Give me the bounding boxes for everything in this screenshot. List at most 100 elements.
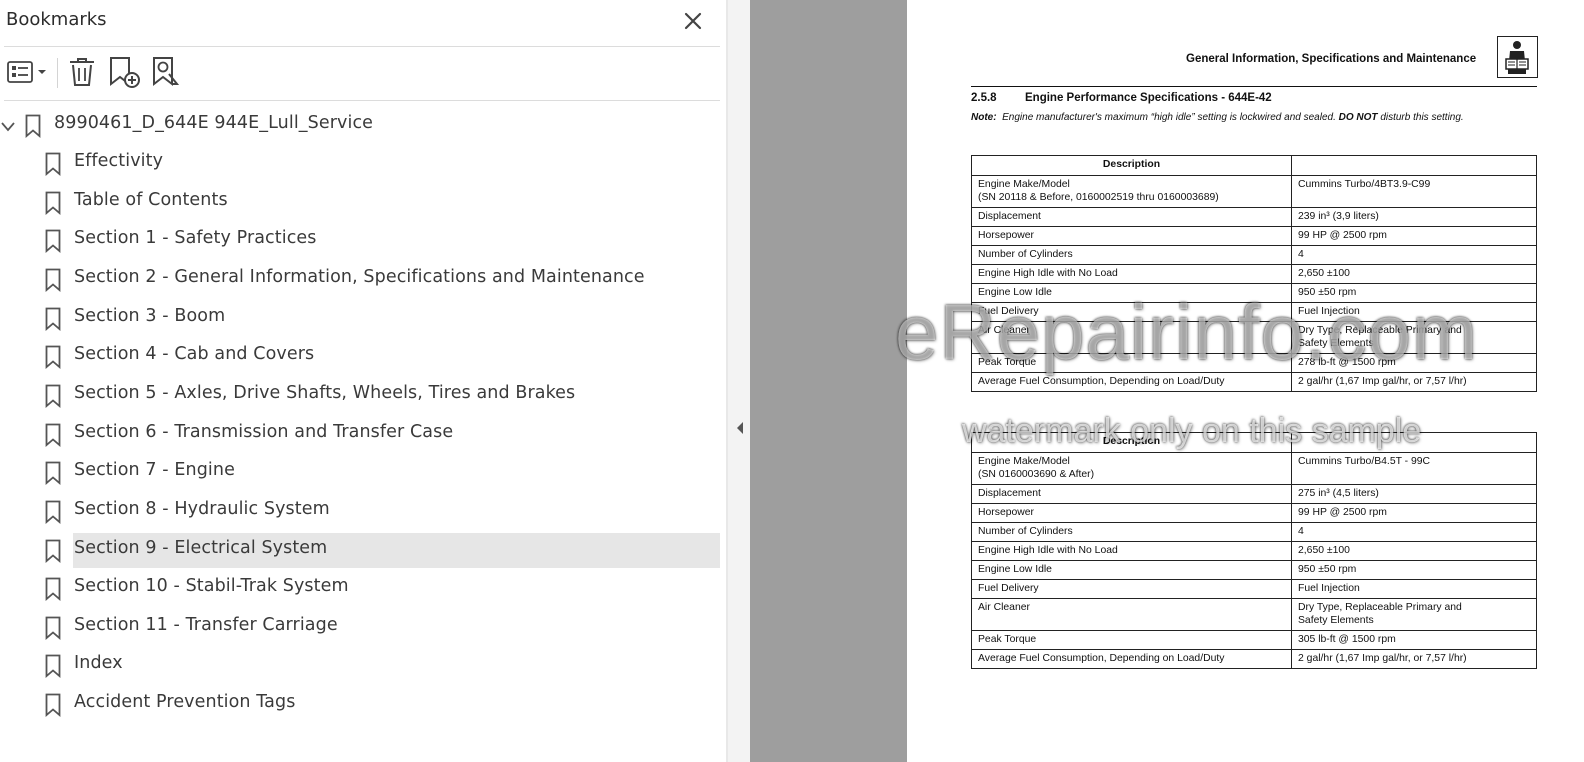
table-cell: Average Fuel Consumption, Depending on L… (971, 372, 1292, 392)
table-cell: Number of Cylinders (971, 245, 1292, 265)
table-row: Engine Make/Model (SN 20118 & Before, 01… (971, 175, 1537, 208)
bookmark-item[interactable]: Section 7 - Engine (0, 456, 720, 491)
bookmark-item[interactable]: Table of Contents (0, 186, 720, 221)
table-row: Air Cleaner Dry Type, Replaceable Primary… (971, 321, 1537, 354)
table-cell: 4 (1291, 522, 1537, 542)
table-cell: 275 in³ (4,5 liters) (1291, 484, 1537, 504)
table-cell: Air Cleaner (971, 598, 1292, 631)
bookmark-root[interactable]: 8990461_D_644E 944E_Lull_Service (0, 109, 720, 144)
table-cell: Dry Type, Replaceable Primary and Safety… (1291, 598, 1537, 631)
table-row: Peak Torque 305 lb-ft @ 1500 rpm (971, 630, 1537, 650)
table-cell: Engine Low Idle (971, 283, 1292, 303)
toolbar-separator (57, 58, 58, 88)
table-row: Displacement 239 in³ (3,9 liters) (971, 207, 1537, 227)
table-header-cell: Description (971, 432, 1292, 453)
bookmark-label: Index (74, 653, 123, 674)
table-cell: 4 (1291, 245, 1537, 265)
divider (4, 46, 720, 47)
table-cell: Fuel Delivery (971, 579, 1292, 599)
bookmark-item[interactable]: Accident Prevention Tags (0, 688, 720, 723)
table-cell: Cummins Turbo/4BT3.9-C99 (1291, 175, 1537, 208)
table-row: Horsepower 99 HP @ 2500 rpm (971, 226, 1537, 246)
table-row: Engine Low Idle 950 ±50 rpm (971, 283, 1537, 303)
bookmark-item[interactable]: Section 1 - Safety Practices (0, 224, 720, 259)
manual-reader-icon (1497, 36, 1538, 78)
section-title: Engine Performance Specifications - 644E… (1025, 92, 1272, 104)
table-cell: Engine High Idle with No Load (971, 541, 1292, 561)
table-row: Engine High Idle with No Load 2,650 ±100 (971, 264, 1537, 284)
table-header-cell: Description (971, 155, 1292, 176)
table-cell: Fuel Injection (1291, 579, 1537, 599)
table-cell: 2 gal/hr (1,67 Imp gal/hr, or 7,57 l/hr) (1291, 649, 1537, 669)
bookmark-icon (45, 539, 61, 563)
note-text: Engine manufacturer's maximum “high idle… (1002, 112, 1336, 123)
bookmark-item[interactable]: Section 6 - Transmission and Transfer Ca… (0, 418, 720, 453)
bookmark-item[interactable]: Section 10 - Stabil-Trak System (0, 572, 720, 607)
table-cell: 2 gal/hr (1,67 Imp gal/hr, or 7,57 l/hr) (1291, 372, 1537, 392)
bookmark-label: Section 10 - Stabil-Trak System (74, 576, 349, 597)
table-row: Average Fuel Consumption, Depending on L… (971, 372, 1537, 392)
bookmarks-panel: Bookmarks 8990461_D_644E 944E_Lull_Servi… (0, 0, 728, 762)
bookmark-label: Section 8 - Hydraulic System (74, 498, 330, 519)
table-cell: 950 ±50 rpm (1291, 560, 1537, 580)
bookmark-icon (45, 229, 61, 254)
bookmarks-toolbar (0, 54, 720, 94)
table-cell: Fuel Delivery (971, 302, 1292, 322)
table-cell: Number of Cylinders (971, 522, 1292, 542)
bookmark-icon (45, 152, 61, 176)
table-cell: Peak Torque (971, 630, 1292, 650)
bookmark-label: Section 4 - Cab and Covers (74, 344, 315, 365)
new-bookmark-button[interactable] (107, 54, 141, 90)
table-cell: Displacement (971, 484, 1292, 504)
bookmark-item[interactable]: Index (0, 649, 720, 684)
table-cell: 99 HP @ 2500 rpm (1291, 226, 1537, 246)
table-row: Fuel Delivery Fuel Injection (971, 579, 1537, 599)
note: Note: Engine manufacturer's maximum “hig… (971, 112, 1464, 123)
close-panel-button[interactable] (682, 10, 704, 32)
bookmark-add-icon (110, 57, 140, 88)
bookmark-icon (45, 655, 61, 679)
bookmark-item[interactable]: Effectivity (0, 147, 720, 182)
bookmark-item[interactable]: Section 11 - Transfer Carriage (0, 611, 720, 646)
bookmark-root-label: 8990461_D_644E 944E_Lull_Service (54, 113, 374, 133)
bookmark-label: Accident Prevention Tags (74, 692, 296, 713)
table-row: Number of Cylinders 4 (971, 245, 1537, 265)
table-cell: Displacement (971, 207, 1292, 227)
table-cell: Engine Low Idle (971, 560, 1292, 580)
list-options-icon (7, 61, 46, 83)
collapse-panel-icon[interactable] (735, 421, 745, 435)
bookmarks-panel-title: Bookmarks (6, 9, 107, 30)
options-menu-button[interactable] (4, 54, 50, 90)
bookmark-icon (45, 423, 61, 447)
bookmark-item[interactable]: Section 8 - Hydraulic System (0, 495, 720, 530)
panel-splitter[interactable] (728, 0, 750, 762)
close-icon (684, 12, 702, 30)
bookmark-item[interactable]: Section 4 - Cab and Covers (0, 340, 720, 375)
find-bookmark-button[interactable] (150, 54, 184, 90)
bookmark-icon (45, 191, 61, 215)
bookmark-label: Section 7 - Engine (74, 460, 235, 481)
bookmark-label: Section 5 - Axles, Drive Shafts, Wheels,… (74, 382, 576, 403)
bookmark-label: Section 3 - Boom (74, 305, 226, 326)
delete-bookmark-button[interactable] (66, 54, 98, 90)
table-row: Engine Low Idle 950 ±50 rpm (971, 560, 1537, 580)
bookmark-item[interactable]: Section 3 - Boom (0, 302, 720, 337)
bookmark-icon (45, 461, 61, 486)
bookmark-label: Effectivity (74, 151, 164, 171)
table-row: Horsepower 99 HP @ 2500 rpm (971, 503, 1537, 523)
bookmark-item[interactable]: Section 2 - General Information, Specifi… (0, 263, 720, 298)
table-cell: Peak Torque (971, 353, 1292, 373)
table-cell: Engine Make/Model (SN 20118 & Before, 01… (971, 175, 1292, 208)
bookmark-item[interactable]: Section 5 - Axles, Drive Shafts, Wheels,… (0, 379, 720, 414)
header-rule (971, 86, 1537, 87)
table-header-row: Description (971, 432, 1537, 453)
table-row: Number of Cylinders 4 (971, 522, 1537, 542)
bookmark-item[interactable]: Section 9 - Electrical System (0, 532, 720, 569)
bookmark-icon (45, 577, 61, 602)
document-background (750, 0, 907, 762)
bookmark-icon (45, 384, 61, 408)
bookmark-icon (45, 616, 61, 640)
table-cell: Average Fuel Consumption, Depending on L… (971, 649, 1292, 669)
bookmark-icon (25, 114, 41, 138)
table-cell: 278 lb-ft @ 1500 rpm (1291, 353, 1537, 373)
